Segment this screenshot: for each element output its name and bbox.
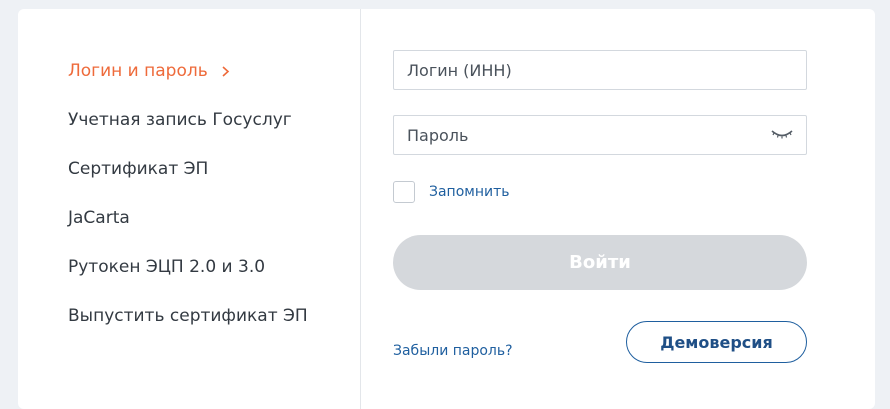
remember-me[interactable]: Запомнить [393,181,510,203]
menu-item-login-password[interactable]: Логин и пароль [68,61,308,110]
menu-item-label: Сертификат ЭП [68,159,209,179]
login-field [393,50,807,90]
remember-checkbox[interactable] [393,181,415,203]
chevron-right-icon [222,66,229,77]
divider [360,9,361,409]
remember-label: Запомнить [429,184,510,200]
password-input[interactable] [394,116,767,154]
menu-item-label: JaCarta [68,208,130,228]
menu-item-certificate[interactable]: Сертификат ЭП [68,159,308,208]
menu-item-label: Рутокен ЭЦП 2.0 и 3.0 [68,257,266,277]
login-input[interactable] [394,51,767,89]
menu-item-label: Учетная запись Госуслуг [68,110,292,130]
menu-item-jacarta[interactable]: JaCarta [68,208,308,257]
menu-item-gosuslugi[interactable]: Учетная запись Госуслуг [68,110,308,159]
eye-closed-icon[interactable] [770,127,794,141]
menu-item-label: Выпустить сертификат ЭП [68,306,308,326]
auth-method-menu: Логин и пароль Учетная запись Госуслуг С… [68,61,308,355]
demo-button[interactable]: Демоверсия [626,321,807,363]
menu-item-issue-certificate[interactable]: Выпустить сертификат ЭП [68,306,308,355]
password-field [393,115,807,155]
menu-item-label: Логин и пароль [68,61,208,81]
menu-item-rutoken[interactable]: Рутокен ЭЦП 2.0 и 3.0 [68,257,308,306]
login-button[interactable]: Войти [393,235,807,290]
forgot-password-link[interactable]: Забыли пароль? [393,343,513,359]
